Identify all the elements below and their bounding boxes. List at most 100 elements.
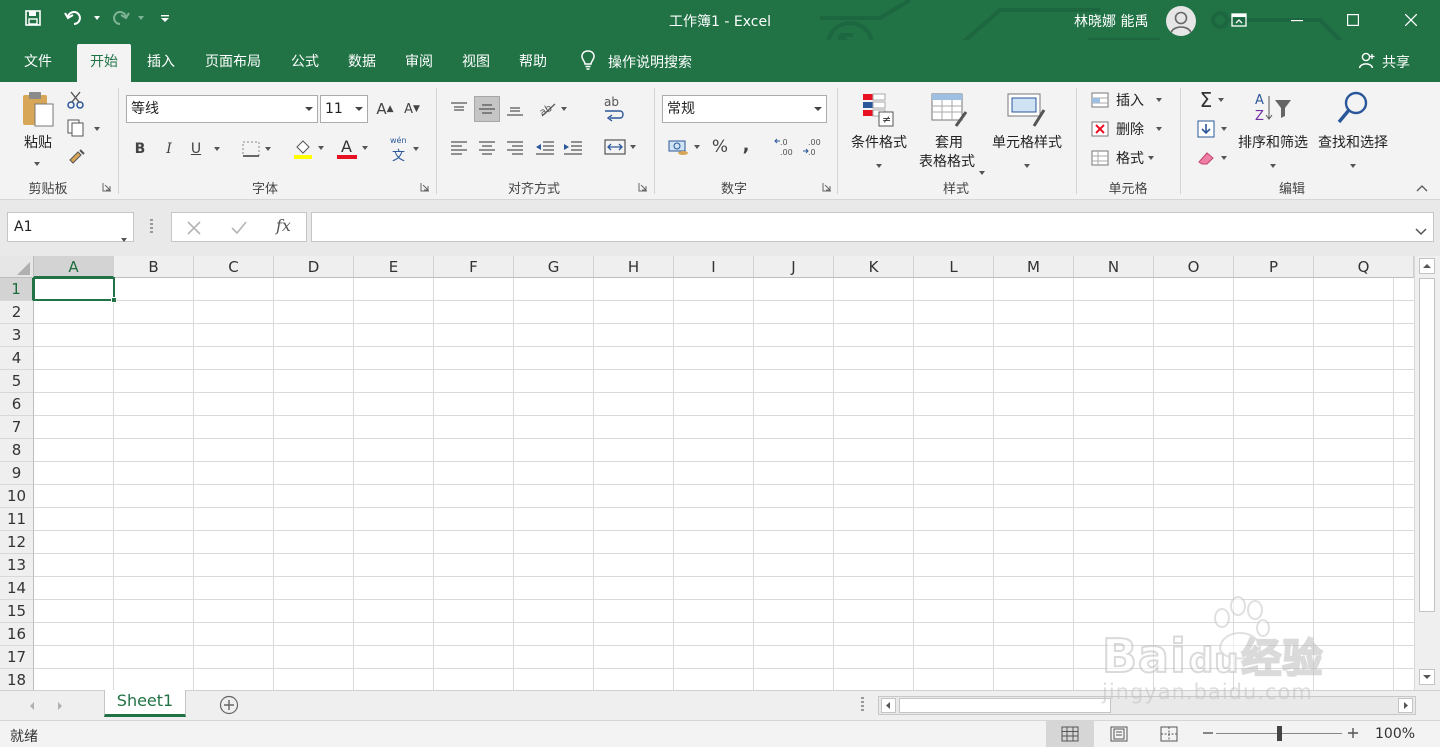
column-header[interactable]: N [1074,256,1154,278]
merge-center-button[interactable] [600,134,640,160]
paste-button[interactable]: 粘贴 [18,88,58,168]
collapse-ribbon-icon[interactable] [1412,180,1432,196]
copy-icon[interactable] [66,118,100,142]
scroll-right-icon[interactable] [1398,698,1413,713]
borders-button[interactable] [236,138,276,160]
clipboard-launcher-icon[interactable] [102,182,112,192]
scroll-down-icon[interactable] [1419,669,1435,685]
add-sheet-icon[interactable] [219,695,239,719]
font-size-select[interactable]: 11 [320,95,368,123]
number-format-select[interactable]: 常规 [662,95,827,123]
row-header[interactable]: 7 [0,416,34,439]
orientation-button[interactable]: ab [534,96,570,122]
row-header[interactable]: 15 [0,600,34,623]
accounting-format-button[interactable] [664,134,704,160]
tab-help[interactable]: 帮助 [508,44,558,82]
tab-review[interactable]: 审阅 [394,44,444,82]
conditional-formatting-button[interactable]: ≠ 条件格式 [846,90,912,176]
column-header[interactable]: J [754,256,834,278]
column-header[interactable]: F [434,256,514,278]
underline-button[interactable]: U [186,138,206,160]
row-header[interactable]: 13 [0,554,34,577]
row-header[interactable]: 2 [0,301,34,324]
underline-dropdown-icon[interactable] [210,138,224,160]
row-header[interactable]: 16 [0,623,34,646]
row-header[interactable]: 6 [0,393,34,416]
column-header[interactable]: M [994,256,1074,278]
name-box[interactable]: A1 [7,212,134,242]
format-cells-button[interactable]: 格式 [1090,146,1170,170]
horizontal-scroll-thumb[interactable] [899,698,1111,713]
delete-cells-button[interactable]: 删除 [1090,117,1170,141]
align-left-button[interactable] [446,134,472,160]
format-as-table-button[interactable]: 套用 表格格式 [912,90,986,176]
comma-button[interactable]: , [736,132,756,158]
column-header[interactable]: H [594,256,674,278]
align-middle-button[interactable] [474,96,500,122]
find-select-button[interactable]: 查找和选择 [1314,90,1392,176]
vertical-scrollbar[interactable] [1414,256,1440,690]
increase-indent-button[interactable] [560,134,586,160]
align-right-button[interactable] [502,134,528,160]
insert-cells-button[interactable]: 插入 [1090,88,1170,112]
shrink-font-button[interactable]: A ▼ [402,98,422,120]
row-header[interactable]: 4 [0,347,34,370]
percent-button[interactable]: % [708,134,732,160]
row-header[interactable]: 1 [0,278,34,301]
share-button[interactable]: 共享 [1358,44,1410,80]
column-header[interactable]: I [674,256,754,278]
column-header[interactable]: D [274,256,354,278]
alignment-launcher-icon[interactable] [638,182,648,192]
tab-formulas[interactable]: 公式 [280,44,330,82]
normal-view-button[interactable] [1046,721,1094,747]
row-header[interactable]: 10 [0,485,34,508]
tab-data[interactable]: 数据 [337,44,387,82]
insert-function-button[interactable]: fx [276,216,291,235]
expand-formula-bar-icon[interactable] [1415,224,1427,240]
row-header[interactable]: 12 [0,531,34,554]
row-header[interactable]: 8 [0,439,34,462]
row-header[interactable]: 17 [0,646,34,669]
cell-styles-button[interactable]: 单元格样式 [986,90,1068,176]
maximize-icon[interactable] [1330,0,1376,40]
zoom-in-icon[interactable] [1347,726,1359,744]
close-icon[interactable] [1388,0,1434,40]
font-color-button[interactable]: A [332,136,372,160]
row-header[interactable]: 14 [0,577,34,600]
font-name-select[interactable]: 等线 [126,95,318,123]
column-header[interactable]: K [834,256,914,278]
autosum-button[interactable]: Σ [1192,88,1232,112]
name-box-dropdown-icon[interactable] [121,226,127,254]
row-header[interactable]: 11 [0,508,34,531]
font-launcher-icon[interactable] [420,182,430,192]
cancel-icon[interactable] [186,220,202,240]
active-cell[interactable] [33,277,115,301]
user-name[interactable]: 林晓娜 能禹 [1074,11,1148,31]
bold-button[interactable]: B [130,138,150,160]
decrease-decimal-button[interactable]: .00.0 [800,134,828,160]
page-break-view-icon[interactable] [1160,726,1178,746]
column-header[interactable]: E [354,256,434,278]
zoom-level[interactable]: 100% [1375,726,1415,742]
page-layout-view-icon[interactable] [1110,726,1128,746]
phonetic-button[interactable]: wén 文 [384,136,424,164]
format-painter-icon[interactable] [66,146,88,170]
tab-file[interactable]: 文件 [12,44,64,82]
row-header[interactable]: 5 [0,370,34,393]
fill-handle[interactable] [111,297,117,303]
tab-insert[interactable]: 插入 [136,44,186,82]
column-header[interactable]: A [34,256,114,278]
select-all-button[interactable] [0,256,34,278]
tab-view[interactable]: 视图 [451,44,501,82]
minimize-icon[interactable] [1274,0,1320,40]
vertical-scroll-thumb[interactable] [1419,278,1435,612]
fill-button[interactable] [1192,117,1232,141]
column-header[interactable]: B [114,256,194,278]
column-header[interactable]: G [514,256,594,278]
decrease-indent-button[interactable] [532,134,558,160]
tab-page-layout[interactable]: 页面布局 [195,44,271,82]
scroll-up-icon[interactable] [1419,258,1435,274]
increase-decimal-button[interactable]: .0.00 [772,134,800,160]
sheet-prev-icon[interactable] [28,699,36,715]
scroll-left-icon[interactable] [881,698,896,713]
